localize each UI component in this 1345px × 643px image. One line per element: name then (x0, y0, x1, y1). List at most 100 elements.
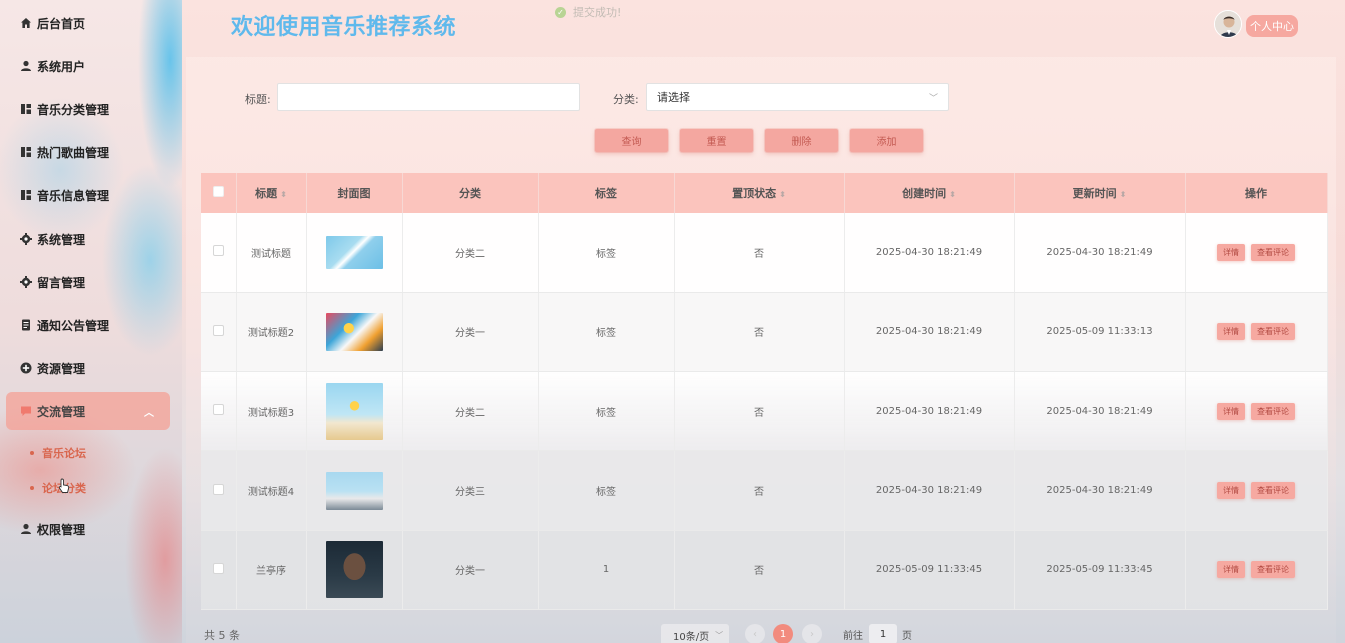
submenu-item-label: 音乐论坛 (42, 447, 86, 460)
reset-button[interactable]: 重置 (680, 129, 753, 152)
sidebar-item-notices[interactable]: 通知公告管理 (0, 310, 182, 340)
sidebar-item-system-users[interactable]: 系统用户 (0, 51, 182, 81)
detail-button[interactable]: 详情 (1217, 243, 1245, 261)
sidebar-item-communication[interactable]: 交流管理 ︿ (6, 392, 170, 430)
sidebar-item-permissions[interactable]: 权限管理 (0, 514, 182, 544)
detail-button[interactable]: 详情 (1217, 561, 1245, 579)
cell-title: 测试标题4 (236, 450, 307, 531)
header-created[interactable]: 创建时间 ⬍ (844, 173, 1015, 213)
cell-tag: 1 (538, 530, 675, 611)
toast-message: 提交成功! (573, 6, 622, 19)
sidebar-item-messages[interactable]: 留言管理 (0, 267, 182, 297)
cell-tag: 标签 (538, 292, 675, 373)
header-label: 分类 (459, 187, 481, 200)
row-checkbox[interactable] (212, 562, 224, 574)
cell-created: 2025-04-30 18:21:49 (844, 292, 1015, 373)
next-page-button[interactable]: › (802, 624, 822, 643)
check-circle-icon: ✓ (555, 6, 566, 18)
cell-category: 分类二 (402, 371, 539, 452)
bullet-icon (30, 451, 34, 455)
avatar[interactable] (1214, 10, 1242, 38)
total-count: 共 5 条 (204, 629, 240, 642)
view-comments-button[interactable]: 查看评论 (1251, 482, 1295, 500)
sort-icon[interactable]: ⬍ (949, 190, 956, 199)
header-updated[interactable]: 更新时间 ⬍ (1014, 173, 1186, 213)
delete-button[interactable]: 删除 (765, 129, 838, 152)
cell-updated: 2025-04-30 18:21:49 (1014, 450, 1186, 531)
chat-icon (20, 405, 32, 417)
header-cover: 封面图 (306, 173, 403, 213)
prev-page-button[interactable]: ‹ (745, 624, 765, 643)
row-checkbox[interactable] (212, 324, 224, 336)
header-pinned[interactable]: 置顶状态 ⬍ (674, 173, 845, 213)
header-label: 操作 (1245, 187, 1267, 200)
chevron-down-icon: ﹀ (928, 93, 938, 104)
sort-icon[interactable]: ⬍ (280, 190, 287, 199)
sidebar-item-label: 音乐信息管理 (37, 188, 110, 203)
goto-suffix-label: 页 (902, 631, 912, 642)
sort-icon[interactable]: ⬍ (779, 190, 786, 199)
query-button[interactable]: 查询 (595, 129, 668, 152)
view-comments-button[interactable]: 查看评论 (1251, 402, 1295, 420)
table-row: 测试标题3 分类二 标签 否 2025-04-30 18:21:49 2025-… (201, 371, 1328, 452)
avatar-image (1215, 11, 1241, 37)
sidebar-item-hot-songs[interactable]: 热门歌曲管理 (0, 137, 182, 167)
cover-image (325, 382, 383, 440)
header-label: 置顶状态 (732, 187, 777, 200)
grid-icon (20, 146, 32, 158)
row-checkbox[interactable] (212, 483, 224, 495)
sidebar-item-system[interactable]: 系统管理 (0, 224, 182, 254)
header-category: 分类 (402, 173, 539, 213)
cell-updated: 2025-04-30 18:21:49 (1014, 213, 1186, 293)
detail-button[interactable]: 详情 (1217, 402, 1245, 420)
cell-actions: 详情 查看评论 (1185, 450, 1328, 531)
page-number-current[interactable]: 1 (773, 624, 793, 643)
sidebar-item-label: 交流管理 (37, 404, 86, 419)
row-checkbox[interactable] (212, 404, 224, 416)
chevron-down-icon: ﹀ (715, 630, 724, 640)
sidebar-item-label: 留言管理 (37, 275, 86, 290)
header-label: 标题 (255, 187, 278, 200)
sidebar-item-label: 后台首页 (37, 16, 86, 31)
view-comments-button[interactable]: 查看评论 (1251, 323, 1295, 341)
cell-category: 分类三 (402, 450, 539, 531)
sidebar-item-label: 通知公告管理 (37, 318, 110, 333)
sidebar-item-music-category[interactable]: 音乐分类管理 (0, 94, 182, 124)
user-center-button[interactable]: 个人中心 (1246, 15, 1298, 37)
sidebar-item-home[interactable]: 后台首页 (0, 8, 182, 38)
view-comments-button[interactable]: 查看评论 (1251, 561, 1295, 579)
cell-pinned: 否 (674, 371, 845, 452)
header-select-all[interactable] (201, 173, 237, 213)
title-search-input[interactable] (277, 83, 580, 111)
add-button[interactable]: 添加 (850, 129, 923, 152)
sidebar-item-resources[interactable]: 资源管理 (0, 353, 182, 383)
sort-icon[interactable]: ⬍ (1120, 190, 1127, 199)
sidebar-item-label: 权限管理 (37, 522, 86, 537)
row-checkbox[interactable] (212, 245, 224, 257)
cell-updated: 2025-05-09 11:33:13 (1014, 292, 1186, 373)
header-label: 创建时间 (902, 187, 947, 200)
sidebar: 后台首页 系统用户 音乐分类管理 热门歌曲管理 音乐信息管理 系统管理 留言管理… (0, 0, 182, 643)
category-select-placeholder: 请选择 (657, 91, 690, 104)
table-row: 测试标题2 分类一 标签 否 2025-04-30 18:21:49 2025-… (201, 292, 1328, 373)
title-filter-label: 标题: (245, 93, 271, 106)
cell-pinned: 否 (674, 450, 845, 531)
gear-icon (20, 276, 32, 288)
page-size-select[interactable]: 10条/页 ﹀ (661, 624, 729, 643)
category-select[interactable]: 请选择 ﹀ (646, 83, 949, 111)
cell-created: 2025-04-30 18:21:49 (844, 450, 1015, 531)
select-all-checkbox[interactable] (212, 186, 224, 197)
goto-page-input[interactable]: 1 (869, 624, 897, 643)
cell-updated: 2025-04-30 18:21:49 (1014, 371, 1186, 452)
user-icon (20, 60, 32, 72)
detail-button[interactable]: 详情 (1217, 482, 1245, 500)
detail-button[interactable]: 详情 (1217, 323, 1245, 341)
sidebar-item-label: 热门歌曲管理 (37, 145, 110, 160)
document-icon (20, 319, 32, 331)
cell-title: 测试标题 (236, 213, 307, 293)
sidebar-item-music-info[interactable]: 音乐信息管理 (0, 180, 182, 210)
header-title[interactable]: 标题 ⬍ (236, 173, 307, 213)
cover-image (325, 471, 383, 510)
submenu-item-music-forum[interactable]: 音乐论坛 (30, 443, 86, 463)
view-comments-button[interactable]: 查看评论 (1251, 243, 1295, 261)
